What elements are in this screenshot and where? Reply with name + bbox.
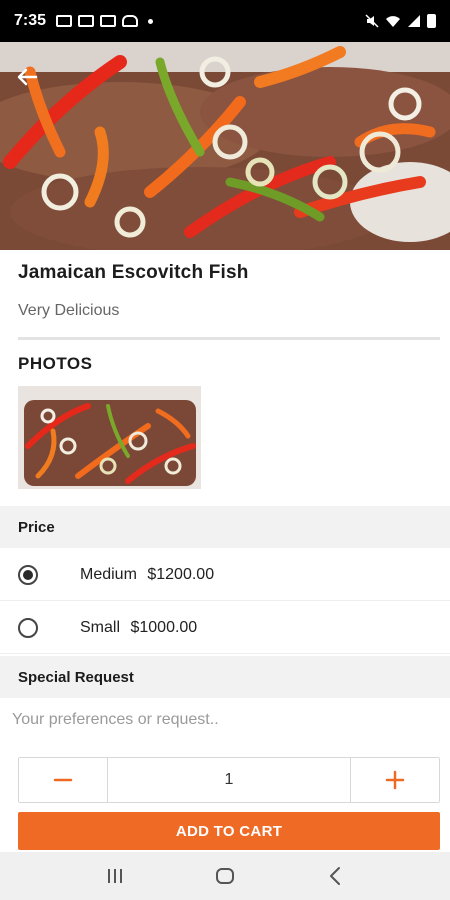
- minus-icon: [53, 778, 73, 782]
- special-request-input[interactable]: [0, 700, 450, 740]
- decrease-quantity-button[interactable]: [19, 758, 108, 802]
- navigation-bar: [0, 852, 450, 900]
- item-subtitle: Very Delicious: [18, 302, 120, 319]
- price-option-medium[interactable]: Medium $1200.00: [0, 549, 450, 601]
- special-request-heading: Special Request: [0, 656, 450, 698]
- option-size: Medium: [80, 565, 137, 583]
- radio-selected[interactable]: [18, 564, 38, 585]
- price-option-small[interactable]: Small $1000.00: [0, 602, 450, 654]
- quantity-stepper: 1: [18, 757, 440, 803]
- add-to-cart-button[interactable]: ADD TO CART: [18, 812, 440, 850]
- option-price: $1000.00: [130, 618, 198, 636]
- photo-icon: [56, 15, 73, 27]
- thumbnail-image: [18, 386, 201, 489]
- mute-icon: [365, 14, 379, 28]
- status-bar: 7:35: [0, 0, 450, 42]
- recents-button[interactable]: [95, 856, 135, 896]
- option-price: $1200.00: [147, 565, 215, 583]
- photos-heading: PHOTOS: [18, 354, 93, 373]
- battery-icon: [427, 14, 436, 28]
- home-button[interactable]: [205, 856, 245, 896]
- notification-icons: [56, 15, 154, 27]
- hero-image: [0, 42, 450, 250]
- divider: [18, 337, 440, 340]
- back-icon: [330, 867, 340, 885]
- system-icons: [365, 14, 436, 28]
- wifi-icon: [386, 16, 400, 27]
- option-size: Small: [80, 618, 121, 636]
- option-label: Medium $1200.00: [80, 566, 214, 584]
- radio-unselected[interactable]: [18, 617, 38, 638]
- status-time: 7:35: [14, 12, 47, 29]
- plus-icon: [385, 770, 405, 790]
- item-title: Jamaican Escovitch Fish: [18, 262, 249, 283]
- message-icon: [100, 15, 117, 27]
- radio-dot: [23, 569, 33, 580]
- food-photo: [0, 42, 450, 250]
- price-heading: Price: [0, 506, 450, 548]
- system-back-button[interactable]: [315, 856, 355, 896]
- quantity-value: 1: [224, 771, 234, 788]
- mail-icon: [78, 15, 95, 27]
- dot-icon: [148, 18, 154, 24]
- increase-quantity-button[interactable]: [350, 758, 439, 802]
- recents-icon: [108, 869, 122, 883]
- option-label: Small $1000.00: [80, 619, 197, 637]
- signal-icon: [408, 15, 420, 27]
- arrow-left-icon: [17, 68, 38, 86]
- back-button[interactable]: [10, 60, 44, 94]
- home-icon: [216, 868, 234, 884]
- photo-thumbnail[interactable]: [18, 386, 201, 489]
- ghost-icon: [122, 15, 139, 27]
